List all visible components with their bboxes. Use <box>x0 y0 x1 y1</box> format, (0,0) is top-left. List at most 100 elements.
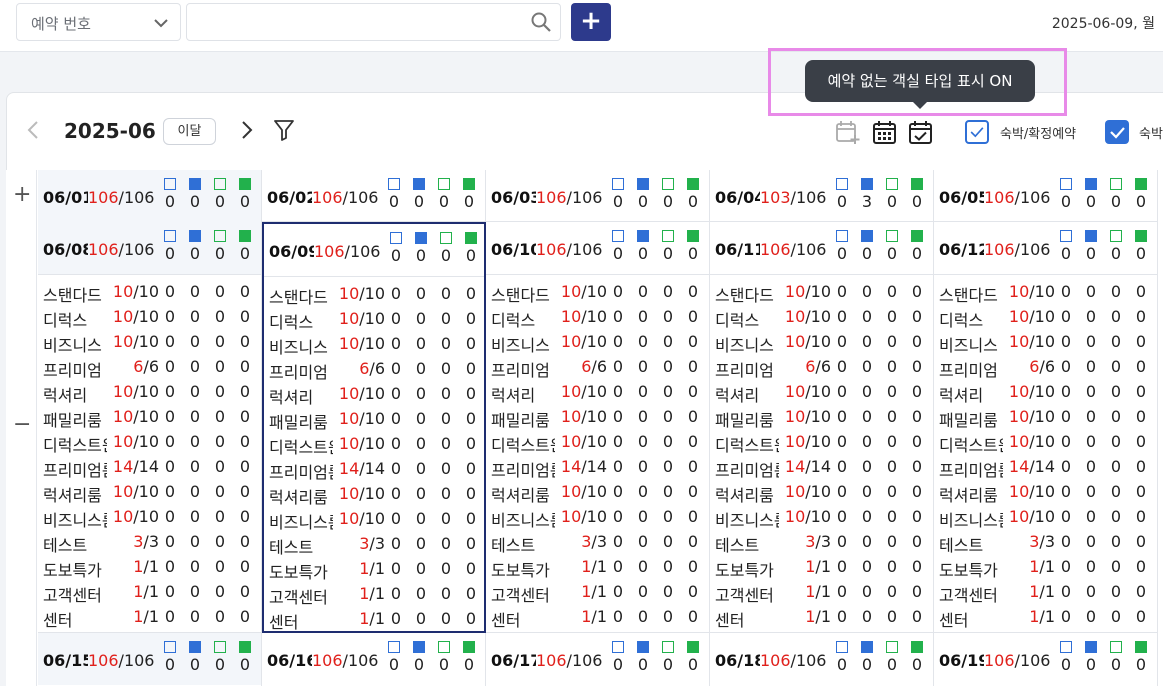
room-row[interactable]: 스탠다드 10/10 0 0 0 0 <box>43 280 258 305</box>
room-row[interactable]: 럭셔리룸 10/10 0 0 0 0 <box>939 480 1154 505</box>
calendar-grid-icon[interactable] <box>872 119 898 145</box>
this-month-button[interactable]: 이달 <box>163 118 216 145</box>
room-row[interactable]: 비즈니스룸10/100000 <box>491 505 706 530</box>
calendar-add-icon[interactable] <box>835 119 861 145</box>
room-row[interactable]: 디럭스트윈10/100000 <box>939 430 1154 455</box>
checkbox-stay[interactable] <box>1105 120 1129 144</box>
day-cell[interactable]: 06/04 103/106 0 3 0 0 <box>710 170 934 222</box>
room-row[interactable]: 프리미엄룸14/140000 <box>491 455 706 480</box>
room-row[interactable]: 디럭스트윈10/100000 <box>491 430 706 455</box>
room-row[interactable]: 프리미엄 6/6 0 0 0 0 <box>269 357 484 382</box>
day-cell[interactable]: 06/03 106/106 0 0 0 0 <box>486 170 710 222</box>
room-row[interactable]: 비즈니스룸10/100000 <box>939 505 1154 530</box>
collapse-icon[interactable]: − <box>13 412 31 437</box>
room-row[interactable]: 스탠다드 10/10 0 0 0 0 <box>269 282 484 307</box>
room-row[interactable]: 도보특가 1/1 0 0 0 0 <box>715 555 930 580</box>
room-row[interactable]: 비즈니스룸10/100000 <box>715 505 930 530</box>
day-cell[interactable]: 06/05 106/106 0 0 0 0 <box>934 170 1158 222</box>
room-row[interactable]: 고객센터 1/1 0 0 0 0 <box>939 580 1154 605</box>
room-row[interactable]: 스탠다드 10/10 0 0 0 0 <box>491 280 706 305</box>
day-cell[interactable]: 06/15 106/106 0 0 0 0 <box>38 633 262 686</box>
room-row[interactable]: 고객센터 1/1 0 0 0 0 <box>715 580 930 605</box>
chevron-left-icon[interactable] <box>25 119 41 141</box>
room-row[interactable]: 럭셔리 10/10 0 0 0 0 <box>939 380 1154 405</box>
day-cell[interactable]: 06/17 106/106 0 0 0 0 <box>486 633 710 686</box>
room-row[interactable]: 스탠다드 10/10 0 0 0 0 <box>939 280 1154 305</box>
chevron-right-icon[interactable] <box>239 119 255 141</box>
room-row[interactable]: 패밀리룸 10/10 0 0 0 0 <box>269 407 484 432</box>
expand-icon[interactable]: + <box>13 182 31 207</box>
room-row[interactable]: 럭셔리룸 10/10 0 0 0 0 <box>715 480 930 505</box>
room-row[interactable]: 테스트 3/3 0 0 0 0 <box>715 530 930 555</box>
room-row[interactable]: 럭셔리 10/10 0 0 0 0 <box>491 380 706 405</box>
room-row[interactable]: 럭셔리룸 10/10 0 0 0 0 <box>269 482 484 507</box>
room-row[interactable]: 스탠다드 10/10 0 0 0 0 <box>715 280 930 305</box>
search-input[interactable] <box>195 10 515 34</box>
room-row[interactable]: 프리미엄룸14/140000 <box>715 455 930 480</box>
room-row[interactable]: 디럭스트윈10/100000 <box>269 432 484 457</box>
room-row[interactable]: 고객센터 1/1 0 0 0 0 <box>269 582 484 607</box>
room-row[interactable]: 럭셔리룸 10/10 0 0 0 0 <box>43 480 258 505</box>
room-row[interactable]: 디럭스 10/10 0 0 0 0 <box>269 307 484 332</box>
search-type-select[interactable]: 예약 번호 <box>16 3 181 41</box>
room-row[interactable]: 프리미엄 6/6 0 0 0 0 <box>43 355 258 380</box>
calendar-check-icon[interactable] <box>908 119 934 145</box>
room-row[interactable]: 고객센터 1/1 0 0 0 0 <box>491 580 706 605</box>
room-row[interactable]: 비즈니스 10/10 0 0 0 0 <box>43 330 258 355</box>
room-row[interactable]: 비즈니스 10/10 0 0 0 0 <box>715 330 930 355</box>
room-row[interactable]: 디럭스 10/10 0 0 0 0 <box>491 305 706 330</box>
room-row[interactable]: 디럭스 10/10 0 0 0 0 <box>715 305 930 330</box>
day-cell[interactable]: 06/09 106/106 0 0 0 0 스탠다드 10/10 0 0 0 0 디럭스 10/10 0 0 0… <box>262 222 486 633</box>
room-row[interactable]: 패밀리룸 10/10 0 0 0 0 <box>491 405 706 430</box>
room-row[interactable]: 프리미엄 6/6 0 0 0 0 <box>491 355 706 380</box>
room-row[interactable]: 패밀리룸 10/10 0 0 0 0 <box>715 405 930 430</box>
room-row[interactable]: 럭셔리 10/10 0 0 0 0 <box>43 380 258 405</box>
room-row[interactable]: 패밀리룸 10/10 0 0 0 0 <box>43 405 258 430</box>
search-icon[interactable] <box>530 11 552 33</box>
add-reservation-button[interactable]: + <box>571 3 611 41</box>
room-row[interactable]: 도보특가 1/1 0 0 0 0 <box>491 555 706 580</box>
room-row[interactable]: 테스트 3/3 0 0 0 0 <box>491 530 706 555</box>
room-row[interactable]: 센터 1/1 0 0 0 0 <box>939 605 1154 630</box>
day-cell[interactable]: 06/19 106/106 0 0 0 0 <box>934 633 1158 686</box>
day-cell[interactable]: 06/18 106/106 0 0 0 0 <box>710 633 934 686</box>
room-row[interactable]: 디럭스 10/10 0 0 0 0 <box>939 305 1154 330</box>
room-row[interactable]: 디럭스트윈10/100000 <box>43 430 258 455</box>
room-row[interactable]: 디럭스 10/10 0 0 0 0 <box>43 305 258 330</box>
room-row[interactable]: 테스트 3/3 0 0 0 0 <box>43 530 258 555</box>
room-row[interactable]: 테스트 3/3 0 0 0 0 <box>269 532 484 557</box>
room-row[interactable]: 프리미엄룸14/140000 <box>269 457 484 482</box>
room-row[interactable]: 센터 1/1 0 0 0 0 <box>269 607 484 632</box>
room-row[interactable]: 도보특가 1/1 0 0 0 0 <box>43 555 258 580</box>
room-row[interactable]: 비즈니스 10/10 0 0 0 0 <box>939 330 1154 355</box>
day-cell[interactable]: 06/11 106/106 0 0 0 0 스탠다드 10/10 0 0 0 0 디럭스 10/10 0 0 0… <box>710 222 934 633</box>
day-cell[interactable]: 06/02 106/106 0 0 0 0 <box>262 170 486 222</box>
room-row[interactable]: 프리미엄 6/6 0 0 0 0 <box>715 355 930 380</box>
day-cell[interactable]: 06/01 106/106 0 0 0 0 <box>38 170 262 222</box>
room-row[interactable]: 센터 1/1 0 0 0 0 <box>715 605 930 630</box>
room-row[interactable]: 비즈니스룸10/100000 <box>43 505 258 530</box>
room-row[interactable]: 럭셔리 10/10 0 0 0 0 <box>269 382 484 407</box>
day-cell[interactable]: 06/12 106/106 0 0 0 0 스탠다드 10/10 0 0 0 0 디럭스 10/10 0 0 0… <box>934 222 1158 633</box>
day-cell[interactable]: 06/10 106/106 0 0 0 0 스탠다드 10/10 0 0 0 0 디럭스 10/10 0 0 0… <box>486 222 710 633</box>
room-row[interactable]: 럭셔리룸 10/10 0 0 0 0 <box>491 480 706 505</box>
room-row[interactable]: 센터 1/1 0 0 0 0 <box>491 605 706 630</box>
day-cell[interactable]: 06/08 106/106 0 0 0 0 스탠다드 10/10 0 0 0 0 디럭스 10/10 0 0 0… <box>38 222 262 633</box>
room-row[interactable]: 패밀리룸 10/10 0 0 0 0 <box>939 405 1154 430</box>
room-row[interactable]: 고객센터 1/1 0 0 0 0 <box>43 580 258 605</box>
room-row[interactable]: 센터 1/1 0 0 0 0 <box>43 605 258 630</box>
room-row[interactable]: 도보특가 1/1 0 0 0 0 <box>939 555 1154 580</box>
room-row[interactable]: 프리미엄룸14/140000 <box>939 455 1154 480</box>
room-row[interactable]: 비즈니스룸10/100000 <box>269 507 484 532</box>
checkbox-confirmed[interactable] <box>965 120 989 144</box>
day-cell[interactable]: 06/16 106/106 0 0 0 0 <box>262 633 486 686</box>
filter-icon[interactable] <box>273 118 295 142</box>
room-row[interactable]: 도보특가 1/1 0 0 0 0 <box>269 557 484 582</box>
room-row[interactable]: 프리미엄 6/6 0 0 0 0 <box>939 355 1154 380</box>
room-row[interactable]: 디럭스트윈10/100000 <box>715 430 930 455</box>
room-row[interactable]: 비즈니스 10/10 0 0 0 0 <box>491 330 706 355</box>
room-row[interactable]: 비즈니스 10/10 0 0 0 0 <box>269 332 484 357</box>
room-row[interactable]: 럭셔리 10/10 0 0 0 0 <box>715 380 930 405</box>
room-row[interactable]: 프리미엄룸14/140000 <box>43 455 258 480</box>
room-row[interactable]: 테스트 3/3 0 0 0 0 <box>939 530 1154 555</box>
